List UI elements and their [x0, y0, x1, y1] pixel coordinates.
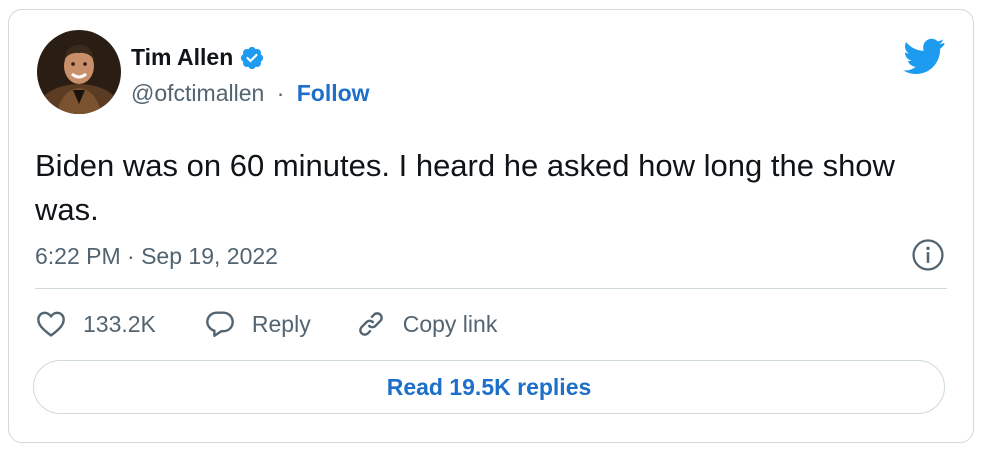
reply-button[interactable]: Reply [204, 308, 311, 340]
tweet-text: Biden was on 60 minutes. I heard he aske… [35, 148, 895, 227]
link-icon [358, 312, 383, 336]
reply-label: Reply [251, 310, 311, 337]
follow-button[interactable]: Follow [297, 80, 370, 106]
twitter-bird-icon[interactable] [903, 38, 945, 74]
heart-icon [37, 311, 65, 337]
avatar[interactable] [37, 30, 121, 114]
handle-row: @ofctimallen · Follow [131, 80, 370, 107]
verified-badge-icon [241, 46, 264, 69]
copy-link-button[interactable]: Copy link [355, 308, 498, 340]
copy-link-label: Copy link [402, 310, 498, 337]
divider [35, 288, 947, 289]
action-bar: 133.2K Reply Copy link [35, 308, 497, 340]
author-name-row: Tim Allen [131, 44, 265, 71]
tweet-timestamp[interactable]: 6:22 PM · Sep 19, 2022 [35, 243, 278, 270]
info-icon[interactable] [911, 238, 945, 272]
author-name[interactable]: Tim Allen [131, 44, 233, 71]
reply-bubble-icon [206, 311, 234, 337]
separator-dot: · [276, 80, 285, 106]
like-count: 133.2K [83, 310, 156, 337]
author-handle[interactable]: @ofctimallen [131, 80, 264, 106]
tweet-card: Tim Allen @ofctimallen · Follow Biden wa… [8, 9, 974, 443]
like-button[interactable]: 133.2K [35, 308, 156, 340]
read-replies-button[interactable]: Read 19.5K replies [33, 360, 945, 414]
